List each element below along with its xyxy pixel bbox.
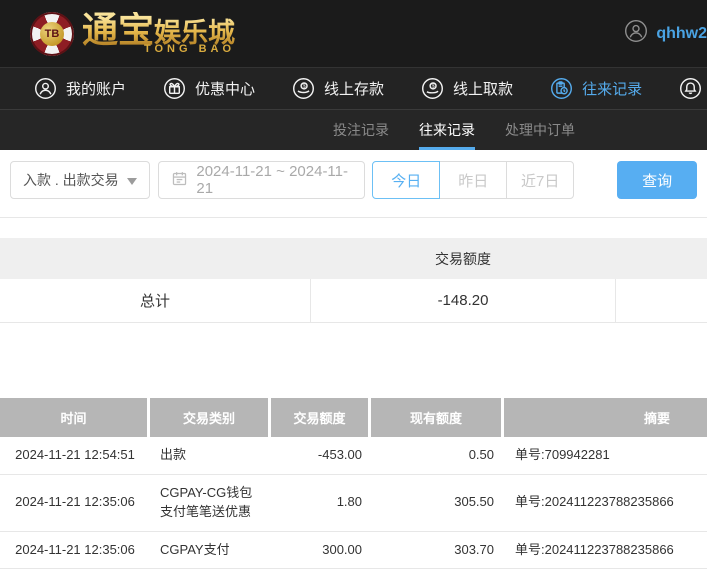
- col-header-note: 摘要: [504, 398, 707, 437]
- top-header-bar: TB 通宝娱乐城 TONG BAO qhhw2: [0, 0, 707, 67]
- summary-header-row: 交易额度: [0, 238, 707, 279]
- cell-note: 单号:202411223788235866: [515, 494, 674, 510]
- record-tabs: 投注记录 往来记录 处理中订单: [0, 109, 707, 150]
- search-button[interactable]: 查询: [617, 161, 697, 199]
- user-avatar-icon: [624, 19, 648, 48]
- tab-processing-orders[interactable]: 处理中订单: [505, 110, 575, 150]
- caret-down-icon: [127, 172, 138, 188]
- cell-amount: 1.80: [336, 494, 362, 510]
- deposit-icon: $: [292, 77, 315, 100]
- cell-type: CGPAY-CG钱包支付笔笔送优惠: [160, 484, 253, 519]
- nav-item-promotions[interactable]: 优惠中心: [163, 77, 255, 100]
- cell-balance: 305.50: [454, 494, 494, 510]
- nav-label: 线上存款: [324, 81, 385, 98]
- col-header-time: 时间: [0, 398, 150, 437]
- cell-amount: 300.00: [322, 541, 362, 557]
- date-range-value: 2024-11-21 ~ 2024-11-21: [196, 163, 348, 197]
- nav-item-online-withdraw[interactable]: $ 线上取款: [421, 77, 513, 100]
- nav-label: 我的账户: [66, 81, 127, 98]
- calendar-icon: [171, 170, 188, 191]
- tab-betting-records[interactable]: 投注记录: [333, 110, 389, 150]
- brand-chip-logo: TB: [30, 11, 74, 56]
- brand-logo: 通宝娱乐城 TONG BAO: [82, 12, 235, 55]
- cell-type: 出款: [160, 447, 187, 462]
- col-header-type: 交易类别: [150, 398, 271, 437]
- transactions-header-row: 时间 交易类别 交易额度 现有额度 摘要: [0, 398, 707, 437]
- user-icon: [34, 77, 57, 100]
- transaction-type-select[interactable]: 入款 . 出款交易: [10, 161, 151, 199]
- date-range-input[interactable]: 2024-11-21 ~ 2024-11-21: [158, 161, 366, 199]
- records-icon: [550, 77, 573, 100]
- summary-table: 交易额度 总计 -148.20: [0, 238, 707, 323]
- svg-text:$: $: [432, 84, 435, 90]
- cell-type: CGPAY支付: [160, 541, 230, 557]
- quick-date-buttons: 今日 昨日 近7日: [372, 161, 575, 199]
- cell-time: 2024-11-21 12:35:06: [15, 541, 135, 557]
- summary-amount-header: 交易额度: [435, 250, 491, 267]
- summary-total-row: 总计 -148.20: [0, 279, 707, 323]
- summary-empty-cell: [616, 279, 707, 322]
- nav-label: 线上取款: [453, 81, 514, 98]
- table-row: 2024-11-21 12:54:51 出款 -453.00 0.50 单号:7…: [0, 437, 707, 475]
- username: qhhw2: [656, 24, 707, 42]
- cell-time: 2024-11-21 12:54:51: [15, 447, 135, 462]
- summary-total-label: 总计: [139, 293, 170, 310]
- nav-item-transaction-records[interactable]: 往来记录: [550, 77, 642, 100]
- today-button[interactable]: 今日: [372, 161, 441, 199]
- cell-balance: 303.70: [454, 541, 494, 557]
- transaction-type-value: 入款 . 出款交易: [23, 172, 119, 188]
- col-header-amount: 交易额度: [271, 398, 371, 437]
- bell-icon: [679, 77, 702, 100]
- transactions-table: 时间 交易类别 交易额度 现有额度 摘要 2024-11-21 12:54:51…: [0, 398, 707, 569]
- svg-text:$: $: [303, 84, 306, 90]
- table-row: 2024-11-21 12:35:06 CGPAY-CG钱包支付笔笔送优惠 1.…: [0, 475, 707, 532]
- cell-time: 2024-11-21 12:35:06: [15, 494, 135, 510]
- filter-bar: 入款 . 出款交易 2024-11-21 ~ 2024-11-21 今日 昨日 …: [0, 150, 707, 218]
- nav-item-my-account[interactable]: 我的账户: [34, 77, 126, 100]
- gift-icon: [163, 77, 186, 100]
- cell-note: 单号:202411223788235866: [515, 541, 674, 557]
- yesterday-button[interactable]: 昨日: [439, 161, 508, 199]
- withdraw-icon: $: [421, 77, 444, 100]
- brand-chip-monogram: TB: [40, 21, 64, 46]
- last7days-button[interactable]: 近7日: [506, 161, 575, 199]
- nav-item-online-deposit[interactable]: $ 线上存款: [292, 77, 384, 100]
- table-row: 2024-11-21 12:35:06 CGPAY支付 300.00 303.7…: [0, 532, 707, 569]
- cell-amount: -453.00: [317, 447, 362, 462]
- main-nav: 我的账户 优惠中心 $ 线上存款 $ 线上取款 往来记录: [0, 67, 707, 109]
- user-account[interactable]: qhhw2: [624, 19, 707, 48]
- nav-label: 优惠中心: [195, 81, 256, 98]
- cell-balance: 0.50: [468, 447, 494, 462]
- cell-note: 单号:709942281: [515, 447, 610, 462]
- summary-total-value: -148.20: [310, 279, 616, 322]
- nav-label: 往来记录: [582, 81, 643, 98]
- col-header-balance: 现有额度: [371, 398, 504, 437]
- nav-item-message-center[interactable]: 信息中心: [679, 77, 707, 100]
- tab-transaction-records[interactable]: 往来记录: [419, 110, 475, 150]
